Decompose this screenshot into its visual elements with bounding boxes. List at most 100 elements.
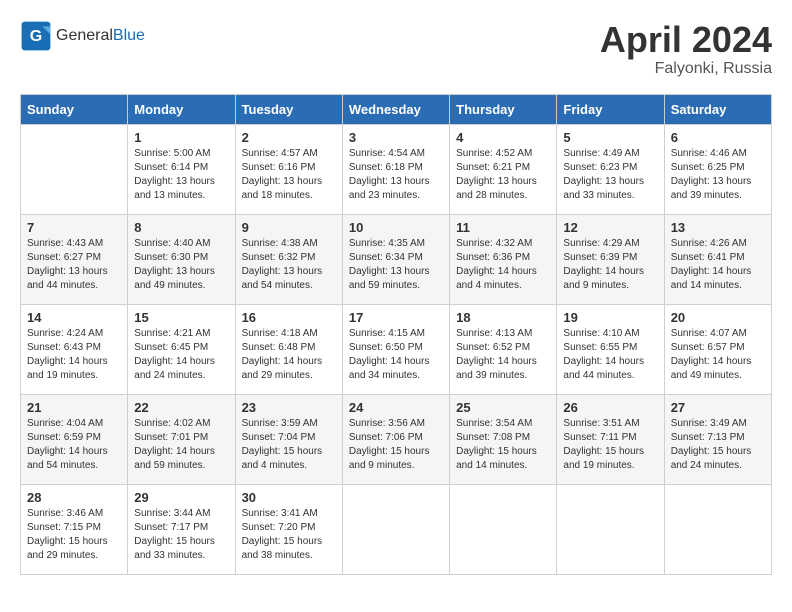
calendar-cell: 29Sunrise: 3:44 AM Sunset: 7:17 PM Dayli… (128, 484, 235, 574)
day-info: Sunrise: 3:41 AM Sunset: 7:20 PM Dayligh… (242, 507, 336, 563)
calendar-cell: 27 Sunrise: 3:49 AM Sunset: 7:13 PM Dayli… (664, 394, 771, 484)
day-info: Sunrise: 4:49 AM Sunset: 6:23 PM Dayligh… (563, 147, 657, 203)
calendar-cell: 8 Sunrise: 4:40 AM Sunset: 6:30 PM Daylig… (128, 214, 235, 304)
week-row-3: 14 Sunrise: 4:24 AM Sunset: 6:43 PM Dayli… (21, 304, 772, 394)
day-number: 3 (349, 130, 443, 145)
month-title: April 2024 (600, 20, 772, 60)
day-number: 16 (242, 310, 336, 325)
calendar-cell: 24Sunrise: 3:56 AM Sunset: 7:06 PM Dayli… (342, 394, 449, 484)
day-number: 15 (134, 310, 228, 325)
calendar-cell: 23 Sunrise: 3:59 AM Sunset: 7:04 PM Dayli… (235, 394, 342, 484)
day-number: 11 (456, 220, 550, 235)
calendar-cell (557, 484, 664, 574)
day-number: 25 (456, 400, 550, 415)
day-number: 13 (671, 220, 765, 235)
header-day-saturday: Saturday (664, 94, 771, 124)
calendar-cell: 22Sunrise: 4:02 AM Sunset: 7:01 PM Dayli… (128, 394, 235, 484)
calendar-cell: 21Sunrise: 4:04 AM Sunset: 6:59 PM Dayli… (21, 394, 128, 484)
calendar-cell: 10 Sunrise: 4:35 AM Sunset: 6:34 PM Dayli… (342, 214, 449, 304)
calendar-cell: 5 Sunrise: 4:49 AM Sunset: 6:23 PM Daylig… (557, 124, 664, 214)
day-number: 19 (563, 310, 657, 325)
calendar-cell: 28Sunrise: 3:46 AM Sunset: 7:15 PM Dayli… (21, 484, 128, 574)
calendar-cell: 20 Sunrise: 4:07 AM Sunset: 6:57 PM Dayli… (664, 304, 771, 394)
day-number: 10 (349, 220, 443, 235)
page-header: G GeneralBlue April 2024 Falyonki, Russi… (20, 20, 772, 78)
day-info: Sunrise: 4:35 AM Sunset: 6:34 PM Dayligh… (349, 237, 443, 293)
day-number: 5 (563, 130, 657, 145)
day-number: 17 (349, 310, 443, 325)
calendar-cell: 15 Sunrise: 4:21 AM Sunset: 6:45 PM Dayli… (128, 304, 235, 394)
calendar-cell (21, 124, 128, 214)
calendar-cell: 25 Sunrise: 3:54 AM Sunset: 7:08 PM Dayli… (450, 394, 557, 484)
day-info: Sunrise: 4:02 AM Sunset: 7:01 PM Dayligh… (134, 417, 228, 473)
header-day-monday: Monday (128, 94, 235, 124)
day-number: 2 (242, 130, 336, 145)
day-info: Sunrise: 4:40 AM Sunset: 6:30 PM Dayligh… (134, 237, 228, 293)
calendar-cell: 11 Sunrise: 4:32 AM Sunset: 6:36 PM Dayli… (450, 214, 557, 304)
day-info: Sunrise: 3:56 AM Sunset: 7:06 PM Dayligh… (349, 417, 443, 473)
calendar-cell: 1Sunrise: 5:00 AM Sunset: 6:14 PM Daylig… (128, 124, 235, 214)
day-info: Sunrise: 4:43 AM Sunset: 6:27 PM Dayligh… (27, 237, 121, 293)
calendar-table: SundayMondayTuesdayWednesdayThursdayFrid… (20, 94, 772, 575)
day-info: Sunrise: 3:46 AM Sunset: 7:15 PM Dayligh… (27, 507, 121, 563)
header-row: SundayMondayTuesdayWednesdayThursdayFrid… (21, 94, 772, 124)
day-info: Sunrise: 4:07 AM Sunset: 6:57 PM Dayligh… (671, 327, 765, 383)
day-info: Sunrise: 4:24 AM Sunset: 6:43 PM Dayligh… (27, 327, 121, 383)
day-number: 8 (134, 220, 228, 235)
calendar-cell: 17Sunrise: 4:15 AM Sunset: 6:50 PM Dayli… (342, 304, 449, 394)
location: Falyonki, Russia (600, 60, 772, 78)
day-info: Sunrise: 4:57 AM Sunset: 6:16 PM Dayligh… (242, 147, 336, 203)
header-day-wednesday: Wednesday (342, 94, 449, 124)
calendar-cell (450, 484, 557, 574)
logo-icon: G (20, 20, 52, 52)
calendar-cell: 30 Sunrise: 3:41 AM Sunset: 7:20 PM Dayli… (235, 484, 342, 574)
day-info: Sunrise: 3:51 AM Sunset: 7:11 PM Dayligh… (563, 417, 657, 473)
calendar-cell: 18Sunrise: 4:13 AM Sunset: 6:52 PM Dayli… (450, 304, 557, 394)
day-info: Sunrise: 3:54 AM Sunset: 7:08 PM Dayligh… (456, 417, 550, 473)
day-number: 7 (27, 220, 121, 235)
calendar-cell: 4 Sunrise: 4:52 AM Sunset: 6:21 PM Daylig… (450, 124, 557, 214)
day-info: Sunrise: 4:21 AM Sunset: 6:45 PM Dayligh… (134, 327, 228, 383)
header-day-sunday: Sunday (21, 94, 128, 124)
day-number: 12 (563, 220, 657, 235)
day-info: Sunrise: 4:10 AM Sunset: 6:55 PM Dayligh… (563, 327, 657, 383)
day-number: 30 (242, 490, 336, 505)
day-info: Sunrise: 4:04 AM Sunset: 6:59 PM Dayligh… (27, 417, 121, 473)
day-number: 18 (456, 310, 550, 325)
day-info: Sunrise: 3:44 AM Sunset: 7:17 PM Dayligh… (134, 507, 228, 563)
logo: G GeneralBlue (20, 20, 145, 52)
day-info: Sunrise: 4:52 AM Sunset: 6:21 PM Dayligh… (456, 147, 550, 203)
day-number: 26 (563, 400, 657, 415)
calendar-cell (342, 484, 449, 574)
calendar-cell (664, 484, 771, 574)
header-day-tuesday: Tuesday (235, 94, 342, 124)
calendar-cell: 7 Sunrise: 4:43 AM Sunset: 6:27 PM Daylig… (21, 214, 128, 304)
calendar-cell: 3Sunrise: 4:54 AM Sunset: 6:18 PM Daylig… (342, 124, 449, 214)
calendar-cell: 12 Sunrise: 4:29 AM Sunset: 6:39 PM Dayli… (557, 214, 664, 304)
logo-text: GeneralBlue (56, 27, 145, 45)
day-info: Sunrise: 3:59 AM Sunset: 7:04 PM Dayligh… (242, 417, 336, 473)
day-number: 27 (671, 400, 765, 415)
svg-text:G: G (30, 28, 42, 45)
header-day-friday: Friday (557, 94, 664, 124)
calendar-cell: 9Sunrise: 4:38 AM Sunset: 6:32 PM Daylig… (235, 214, 342, 304)
day-number: 20 (671, 310, 765, 325)
week-row-1: 1Sunrise: 5:00 AM Sunset: 6:14 PM Daylig… (21, 124, 772, 214)
calendar-cell: 16Sunrise: 4:18 AM Sunset: 6:48 PM Dayli… (235, 304, 342, 394)
header-day-thursday: Thursday (450, 94, 557, 124)
calendar-cell: 19 Sunrise: 4:10 AM Sunset: 6:55 PM Dayli… (557, 304, 664, 394)
day-number: 23 (242, 400, 336, 415)
title-block: April 2024 Falyonki, Russia (600, 20, 772, 78)
day-info: Sunrise: 4:32 AM Sunset: 6:36 PM Dayligh… (456, 237, 550, 293)
calendar-cell: 26 Sunrise: 3:51 AM Sunset: 7:11 PM Dayli… (557, 394, 664, 484)
day-number: 14 (27, 310, 121, 325)
calendar-cell: 13 Sunrise: 4:26 AM Sunset: 6:41 PM Dayli… (664, 214, 771, 304)
logo-blue-text: Blue (113, 27, 145, 44)
day-info: Sunrise: 4:29 AM Sunset: 6:39 PM Dayligh… (563, 237, 657, 293)
day-number: 4 (456, 130, 550, 145)
logo-general-text: General (56, 27, 113, 44)
calendar-cell: 6Sunrise: 4:46 AM Sunset: 6:25 PM Daylig… (664, 124, 771, 214)
day-number: 1 (134, 130, 228, 145)
day-info: Sunrise: 3:49 AM Sunset: 7:13 PM Dayligh… (671, 417, 765, 473)
day-info: Sunrise: 4:26 AM Sunset: 6:41 PM Dayligh… (671, 237, 765, 293)
